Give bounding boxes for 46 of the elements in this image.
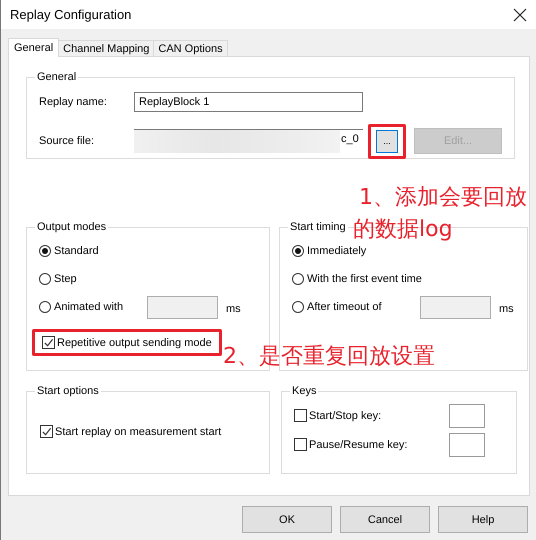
tab[interactable]: General <box>8 38 60 57</box>
checkbox-label: Pause/Resume key: <box>309 438 408 450</box>
unit-label: ms <box>226 303 242 315</box>
close-icon[interactable] <box>513 8 527 22</box>
group-label: Start options <box>36 385 100 397</box>
tab[interactable]: Channel Mapping <box>58 40 154 56</box>
group-label: Start timing <box>289 221 347 233</box>
radio-button[interactable] <box>39 273 51 285</box>
field-label: Source file: <box>39 135 96 147</box>
interval-field[interactable] <box>420 296 491 318</box>
unit-label: ms <box>499 303 515 315</box>
checkbox-label: Repetitive output sending mode <box>57 336 212 348</box>
field-label: Replay name: <box>39 96 108 108</box>
replay-name-field[interactable]: ReplayBlock 1 <box>134 92 363 112</box>
radio-button[interactable] <box>39 245 51 257</box>
radio-button[interactable] <box>39 301 51 313</box>
checkbox-label: Start replay on measurement start <box>55 426 222 438</box>
group-label: General <box>36 71 78 83</box>
interval-field[interactable] <box>147 296 218 318</box>
tab[interactable]: CAN Options <box>153 40 228 56</box>
checkbox[interactable] <box>294 438 307 451</box>
annotation-text: 2、是否重复回放设置 <box>223 343 435 371</box>
annotation-text: 1、添加会要回放 <box>359 184 527 212</box>
option-label: Standard <box>54 245 100 257</box>
dialog-button[interactable]: Help <box>438 506 528 533</box>
annotation-text: 的数据log <box>353 216 453 244</box>
option-label: Step <box>54 273 78 285</box>
option-label: Animated with <box>54 301 124 313</box>
key-field[interactable] <box>449 404 485 428</box>
checkbox-label: Start/Stop key: <box>309 410 382 422</box>
checkbox[interactable] <box>42 336 55 349</box>
checkbox[interactable] <box>294 409 307 422</box>
checkbox[interactable] <box>40 425 53 438</box>
radio-button[interactable] <box>292 301 304 313</box>
radio-button[interactable] <box>292 245 304 257</box>
option-label: Immediately <box>307 245 368 257</box>
option-label: After timeout of <box>307 301 383 313</box>
radio-button[interactable] <box>292 273 304 285</box>
dialog-button[interactable]: OK <box>242 506 332 533</box>
group-label: Output modes <box>36 221 108 233</box>
dialog-button[interactable]: Cancel <box>340 506 430 533</box>
option-label: With the first event time <box>307 273 420 285</box>
window-title: Replay Configuration <box>10 7 132 22</box>
browse-button[interactable]: ... <box>376 130 398 152</box>
key-field[interactable] <box>449 432 485 456</box>
group-label: Keys <box>291 385 318 397</box>
